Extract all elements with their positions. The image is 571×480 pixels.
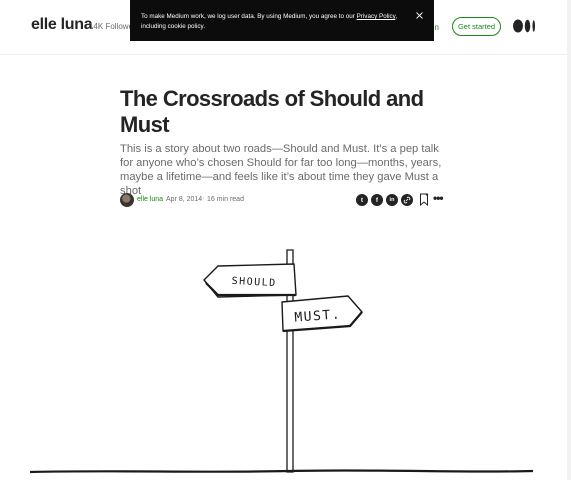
link-icon	[403, 196, 411, 204]
get-started-button[interactable]: Get started	[452, 17, 501, 36]
followers-count: 14K Followe	[89, 22, 134, 31]
read-time: 16 min read	[207, 196, 244, 203]
should-sign: SHOULD	[203, 263, 297, 298]
byline-separator: ·	[202, 195, 205, 202]
byline: elle luna Apr 8, 2014 · 16 min read t f …	[120, 191, 450, 207]
author-name-link[interactable]: elle luna	[137, 196, 163, 203]
medium-logo-icon[interactable]	[513, 19, 536, 33]
linkedin-share-icon[interactable]: in	[386, 194, 398, 206]
copy-link-icon[interactable]	[401, 194, 413, 206]
more-options-icon[interactable]: •••	[433, 191, 444, 205]
cookie-banner: To make Medium work, we log user data. B…	[130, 0, 434, 41]
bookmark-icon[interactable]	[419, 193, 429, 206]
article-subtitle: This is a story about two roads—Should a…	[120, 143, 442, 197]
publication-brand[interactable]: elle luna	[31, 16, 93, 34]
crossroads-signpost-illustration: SHOULD MUST.	[29, 249, 534, 474]
facebook-share-icon[interactable]: f	[371, 194, 383, 206]
article-title: The Crossroads of Should and Must	[120, 86, 424, 137]
publish-date: Apr 8, 2014	[166, 196, 203, 203]
must-sign: MUST.	[281, 295, 363, 333]
privacy-policy-link[interactable]: Privacy Policy	[357, 13, 396, 20]
author-avatar[interactable]	[120, 193, 134, 207]
close-icon[interactable]	[415, 11, 424, 20]
twitter-share-icon[interactable]: t	[356, 194, 368, 206]
cookie-banner-text: To make Medium work, we log user data. B…	[141, 13, 357, 20]
scrollbar[interactable]	[567, 0, 571, 480]
